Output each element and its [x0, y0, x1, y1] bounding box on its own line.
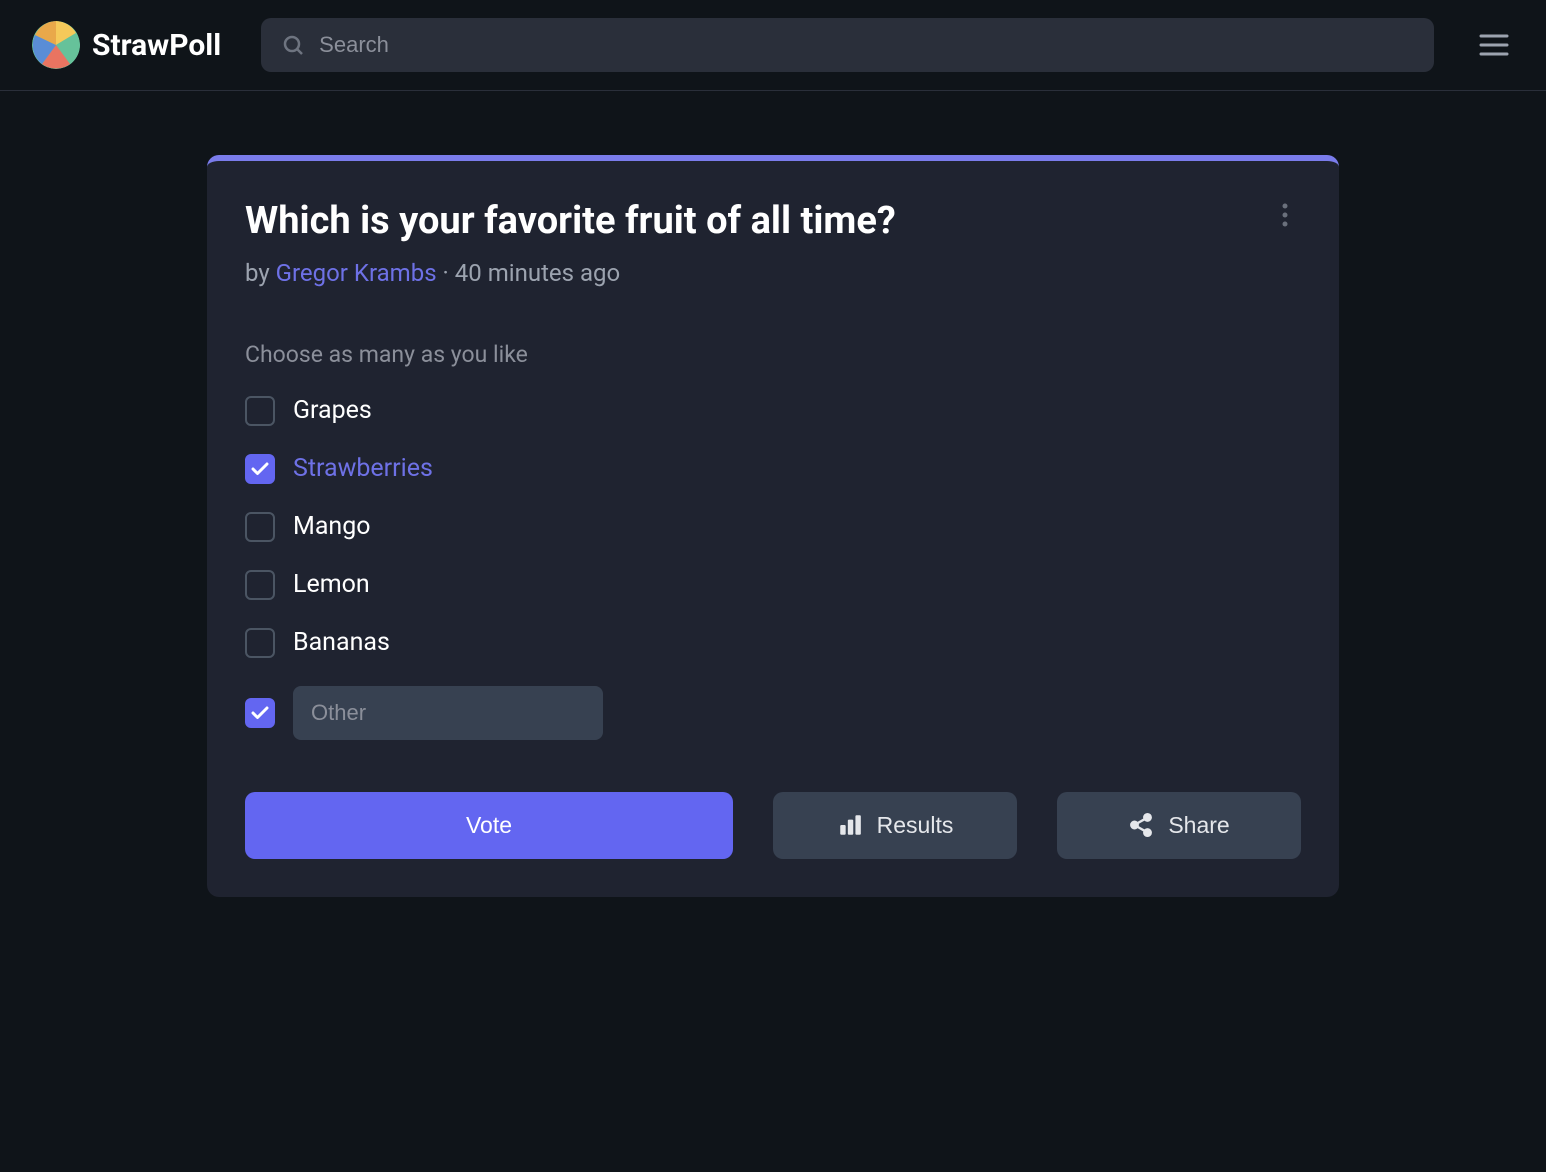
option-row[interactable]: Mango	[245, 512, 1301, 542]
option-row[interactable]: Strawberries	[245, 454, 1301, 484]
separator: ·	[437, 259, 455, 287]
checkbox[interactable]	[245, 570, 275, 600]
bar-chart-icon	[837, 812, 863, 838]
results-button[interactable]: Results	[773, 792, 1017, 859]
share-label: Share	[1168, 812, 1229, 839]
share-icon	[1128, 812, 1154, 838]
option-label: Mango	[293, 512, 371, 541]
checkbox[interactable]	[245, 512, 275, 542]
share-button[interactable]: Share	[1057, 792, 1301, 859]
search-bar[interactable]	[261, 18, 1434, 72]
option-label: Lemon	[293, 570, 370, 599]
dots-vertical-icon	[1282, 203, 1288, 227]
poll-meta: by Gregor Krambs · 40 minutes ago	[245, 259, 896, 287]
checkbox[interactable]	[245, 396, 275, 426]
check-icon	[251, 462, 269, 476]
option-label: Strawberries	[293, 454, 433, 483]
logo-icon	[32, 21, 80, 69]
results-label: Results	[877, 812, 954, 839]
other-input[interactable]	[293, 686, 603, 740]
vote-label: Vote	[466, 812, 512, 839]
option-row[interactable]: Grapes	[245, 396, 1301, 426]
poll-author[interactable]: Gregor Krambs	[276, 259, 437, 287]
logo[interactable]: StrawPoll	[32, 21, 221, 69]
menu-button[interactable]	[1474, 25, 1514, 65]
hamburger-icon	[1479, 32, 1509, 58]
checkbox[interactable]	[245, 628, 275, 658]
header: StrawPoll	[0, 0, 1546, 91]
checkbox[interactable]	[245, 698, 275, 728]
poll-timestamp: 40 minutes ago	[455, 259, 620, 287]
poll-card: Which is your favorite fruit of all time…	[207, 155, 1339, 897]
option-row[interactable]: Bananas	[245, 628, 1301, 658]
poll-by-label: by	[245, 259, 270, 287]
poll-title: Which is your favorite fruit of all time…	[245, 199, 896, 245]
more-button[interactable]	[1269, 199, 1301, 231]
option-label: Grapes	[293, 396, 372, 425]
checkbox[interactable]	[245, 454, 275, 484]
option-row-other[interactable]	[245, 686, 1301, 740]
option-row[interactable]: Lemon	[245, 570, 1301, 600]
poll-instructions: Choose as many as you like	[245, 341, 1301, 368]
search-icon	[281, 33, 305, 57]
search-input[interactable]	[319, 32, 1414, 58]
options-list: Grapes Strawberries Mango Lemon	[245, 396, 1301, 740]
vote-button[interactable]: Vote	[245, 792, 733, 859]
check-icon	[251, 706, 269, 720]
button-row: Vote Results Share	[245, 792, 1301, 859]
brand-name: StrawPoll	[92, 28, 221, 63]
option-label: Bananas	[293, 628, 390, 657]
